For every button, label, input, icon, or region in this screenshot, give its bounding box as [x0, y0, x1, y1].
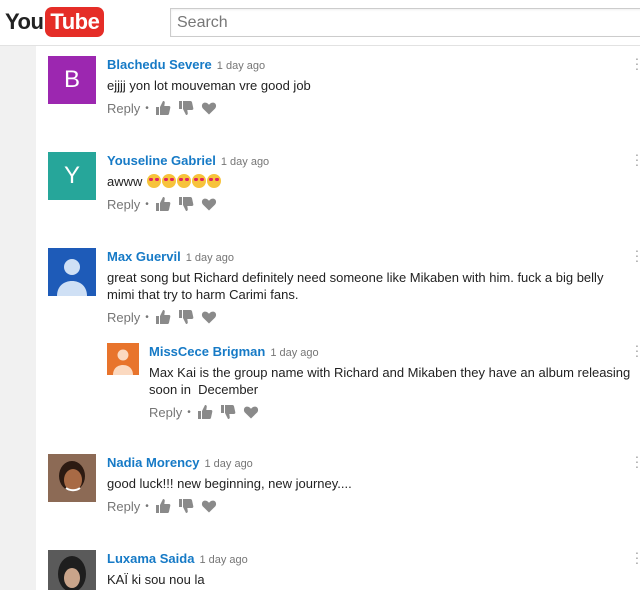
comment-text: ejjjj yon lot mouveman vre good job — [107, 78, 311, 93]
comment-author[interactable]: Max Guervil — [107, 249, 181, 264]
thumbs-up-icon[interactable] — [155, 309, 171, 325]
more-options-icon[interactable]: · · · — [634, 550, 640, 569]
comment-text-line: great song but Richard definitely need s… — [107, 270, 604, 285]
heart-icon[interactable] — [201, 196, 217, 212]
comment-text-line: mimi that try to harm Carimi fans. — [107, 287, 299, 302]
comment-actions: Reply • — [107, 498, 632, 514]
reply-button[interactable]: Reply — [107, 101, 140, 116]
comment-text: awww — [107, 174, 143, 189]
comment-time[interactable]: 1 day ago — [204, 458, 252, 470]
logo-tube-text: Tube — [45, 7, 105, 37]
thumbs-down-icon[interactable] — [178, 498, 194, 514]
comment-body: Max Guervil 1 day ago great song but Rich… — [107, 248, 632, 325]
reply-button[interactable]: Reply — [107, 310, 140, 325]
comment-text-line: Max Kai is the group name with Richard a… — [149, 365, 631, 380]
comment: Luxama Saida 1 day ago KAÏ ki sou nou la … — [48, 550, 640, 590]
reply-button[interactable]: Reply — [107, 197, 140, 212]
avatar[interactable] — [107, 343, 139, 375]
thumbs-down-icon[interactable] — [178, 309, 194, 325]
avatar[interactable] — [48, 248, 96, 296]
comment-author[interactable]: MissCece Brigman — [149, 344, 265, 359]
comment-author[interactable]: Blachedu Severe — [107, 57, 212, 72]
more-options-icon[interactable]: · · · — [634, 243, 640, 267]
avatar-letter: B — [63, 66, 80, 93]
comment-body: Luxama Saida 1 day ago KAÏ ki sou nou la — [107, 550, 632, 588]
default-avatar-icon — [57, 259, 87, 296]
heart-eyes-emoji-icon — [207, 174, 222, 188]
avatar[interactable] — [48, 454, 96, 502]
reply-button[interactable]: Reply — [107, 499, 140, 514]
more-options-icon[interactable]: · · · — [634, 449, 640, 473]
heart-eyes-emoji-icon — [192, 174, 207, 188]
avatar-letter: Y — [63, 162, 80, 189]
comment-body: Nadia Morency 1 day ago good luck!!! new … — [107, 454, 632, 514]
separator-dot: • — [145, 102, 149, 114]
heart-icon[interactable] — [201, 309, 217, 325]
heart-eyes-emoji-icon — [147, 174, 162, 188]
avatar[interactable]: B — [48, 56, 96, 104]
thumbs-up-icon[interactable] — [197, 404, 213, 420]
comment-body: MissCece Brigman 1 day ago Max Kai is the… — [149, 343, 639, 420]
comment-actions: Reply • — [107, 196, 632, 212]
heart-icon[interactable] — [201, 100, 217, 116]
comment-text-line: soon in December — [149, 382, 259, 397]
comment-time[interactable]: 1 day ago — [186, 252, 234, 264]
comment-text: KAÏ ki sou nou la — [107, 572, 205, 587]
thumbs-up-icon[interactable] — [155, 100, 171, 116]
default-avatar-icon — [113, 349, 133, 375]
top-bar: You Tube — [0, 0, 640, 46]
more-options-icon[interactable]: · · · — [634, 338, 640, 362]
avatar[interactable]: Y — [48, 152, 96, 200]
heart-eyes-emoji-icon — [162, 174, 177, 188]
thumbs-up-icon[interactable] — [155, 498, 171, 514]
separator-dot: • — [145, 500, 149, 512]
comment-body: Youseline Gabriel 1 day ago awww Reply • — [107, 152, 632, 212]
heart-eyes-emoji-icon — [177, 174, 192, 188]
comment-time[interactable]: 1 day ago — [217, 60, 265, 72]
thumbs-down-icon[interactable] — [178, 196, 194, 212]
comment-actions: Reply • — [149, 404, 639, 420]
youtube-logo[interactable]: You Tube — [5, 7, 105, 37]
thumbs-down-icon[interactable] — [178, 100, 194, 116]
comment-text-row: awww — [107, 173, 632, 190]
reply-button[interactable]: Reply — [149, 405, 182, 420]
more-options-icon[interactable]: · · · — [634, 51, 640, 75]
avatar[interactable] — [48, 550, 96, 590]
logo-you-text: You — [5, 9, 44, 34]
comment-text: great song but Richard definitely need s… — [107, 269, 632, 303]
comment-author[interactable]: Youseline Gabriel — [107, 153, 216, 168]
separator-dot: • — [187, 406, 191, 418]
heart-icon[interactable] — [201, 498, 217, 514]
comment-time[interactable]: 1 day ago — [270, 347, 318, 359]
heart-icon[interactable] — [243, 404, 259, 420]
comment-text: good luck!!! new beginning, new journey.… — [107, 476, 352, 491]
more-options-icon[interactable]: · · · — [634, 147, 640, 171]
separator-dot: • — [145, 311, 149, 323]
thumbs-up-icon[interactable] — [155, 196, 171, 212]
comment-time[interactable]: 1 day ago — [221, 156, 269, 168]
search-box[interactable] — [170, 8, 640, 37]
comment-actions: Reply • — [107, 100, 632, 116]
comment-body: Blachedu Severe 1 day ago ejjjj yon lot m… — [107, 56, 632, 116]
profile-photo — [48, 550, 96, 590]
comment-time[interactable]: 1 day ago — [199, 554, 247, 566]
separator-dot: • — [145, 198, 149, 210]
comment-actions: Reply • — [107, 309, 632, 325]
thumbs-down-icon[interactable] — [220, 404, 236, 420]
profile-photo — [48, 454, 96, 502]
comment-text: Max Kai is the group name with Richard a… — [149, 364, 639, 398]
comment-author[interactable]: Nadia Morency — [107, 455, 199, 470]
comment-author[interactable]: Luxama Saida — [107, 551, 194, 566]
search-input[interactable] — [171, 9, 640, 36]
